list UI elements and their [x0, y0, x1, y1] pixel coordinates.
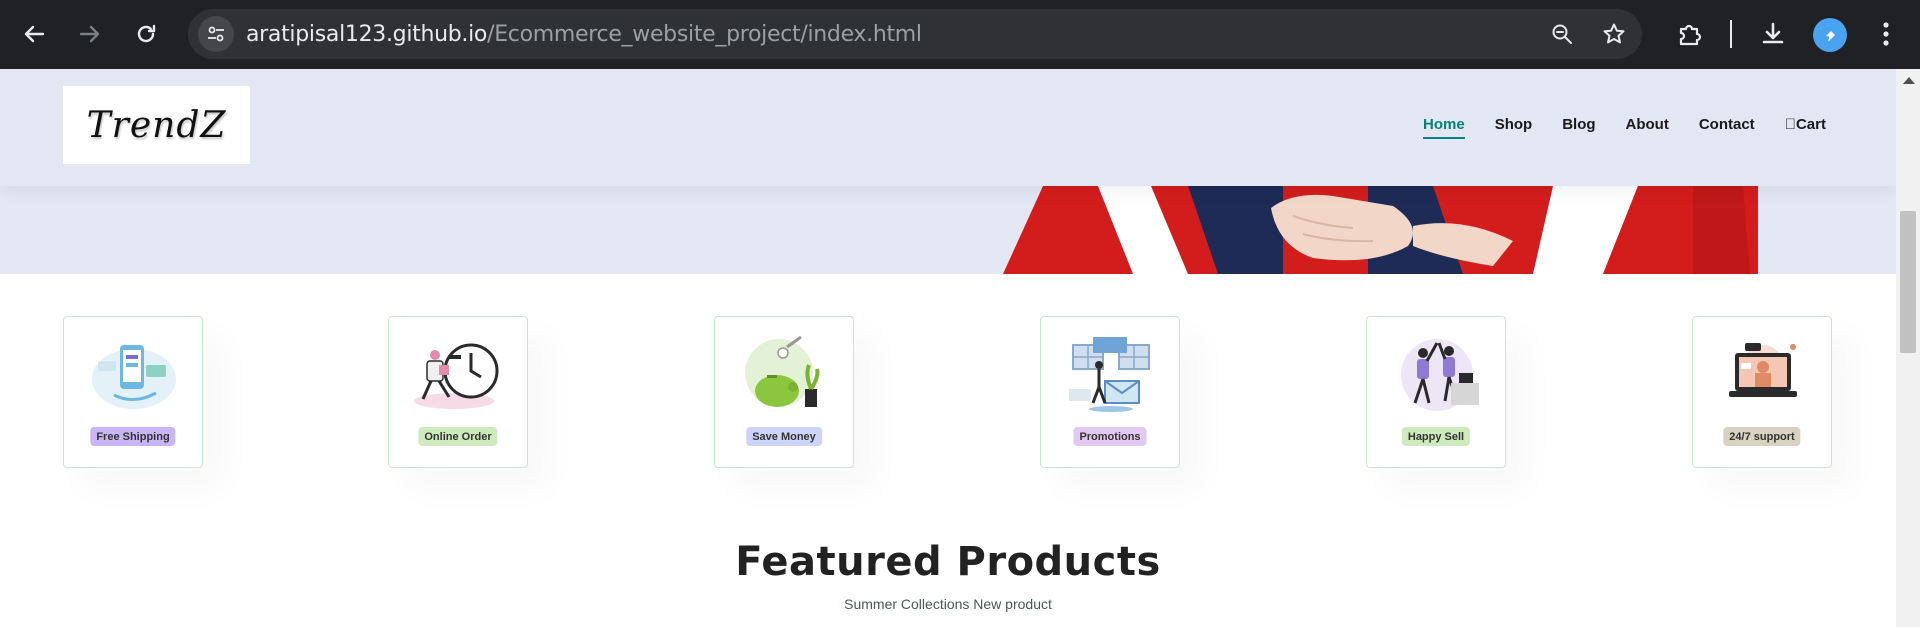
nav-contact[interactable]: Contact	[1699, 116, 1755, 139]
promotions-illustration	[1069, 337, 1150, 412]
hero-banner	[0, 186, 1896, 274]
nav-about[interactable]: About	[1626, 116, 1669, 139]
happy-sell-illustration	[1401, 339, 1479, 411]
feature-label: Save Money	[746, 427, 822, 446]
free-shipping-illustration	[92, 345, 176, 409]
back-icon[interactable]	[14, 14, 54, 54]
nav-home[interactable]: Home	[1423, 116, 1465, 139]
url-text: aratipisal123.github.io/Ecommerce_websit…	[246, 22, 922, 47]
page-scrollbar[interactable]	[1896, 69, 1920, 627]
toolbar-divider	[1730, 20, 1732, 48]
profile-avatar[interactable]	[1813, 18, 1847, 52]
feature-support[interactable]: 24/7 support	[1692, 316, 1832, 468]
hero-model-image	[993, 186, 1758, 274]
zoom-icon[interactable]	[1546, 18, 1578, 50]
online-order-illustration	[414, 343, 499, 409]
reload-icon[interactable]	[126, 14, 166, 54]
scroll-thumb[interactable]	[1900, 211, 1916, 353]
feature-save-money[interactable]: Save Money	[714, 316, 854, 468]
site-header: TrendZ Home Shop Blog About Contact Car…	[0, 69, 1896, 186]
nav-blog[interactable]: Blog	[1562, 116, 1595, 139]
scroll-up-arrow-icon[interactable]	[1903, 77, 1915, 84]
url-host: aratipisal123.github.io	[246, 22, 488, 47]
url-path: /Ecommerce_website_project/index.html	[487, 22, 922, 47]
download-icon[interactable]	[1753, 14, 1793, 54]
nav-cart[interactable]: Cart	[1785, 116, 1826, 139]
extensions-icon[interactable]	[1670, 14, 1710, 54]
support-illustration	[1729, 343, 1797, 397]
main-nav: Home Shop Blog About Contact Cart	[1423, 116, 1826, 139]
feature-free-shipping[interactable]: Free Shipping	[63, 316, 203, 468]
feature-promotions[interactable]: Promotions	[1040, 316, 1180, 468]
feature-happy-sell[interactable]: Happy Sell	[1366, 316, 1506, 468]
nav-shop[interactable]: Shop	[1495, 116, 1533, 139]
site-info-icon[interactable]	[198, 16, 234, 52]
save-money-illustration	[745, 335, 820, 407]
featured-products-title: Featured Products	[735, 539, 1161, 585]
feature-label: Online Order	[418, 427, 498, 446]
feature-label: Free Shipping	[90, 427, 176, 446]
feature-label: 24/7 support	[1723, 427, 1801, 446]
feature-label: Happy Sell	[1401, 427, 1471, 446]
logo-text: TrendZ	[86, 104, 227, 146]
feature-online-order[interactable]: Online Order	[388, 316, 528, 468]
page-viewport: TrendZ Home Shop Blog About Contact Car…	[0, 69, 1896, 627]
menu-kebab-icon[interactable]	[1866, 14, 1906, 54]
forward-icon[interactable]	[70, 14, 110, 54]
feature-label: Promotions	[1073, 427, 1147, 446]
address-bar[interactable]: aratipisal123.github.io/Ecommerce_websit…	[188, 9, 1642, 59]
featured-products-subtitle: Summer Collections New product	[844, 596, 1052, 612]
browser-toolbar: aratipisal123.github.io/Ecommerce_websit…	[0, 0, 1920, 69]
bookmark-star-icon[interactable]	[1598, 18, 1630, 50]
site-logo[interactable]: TrendZ	[63, 86, 250, 164]
